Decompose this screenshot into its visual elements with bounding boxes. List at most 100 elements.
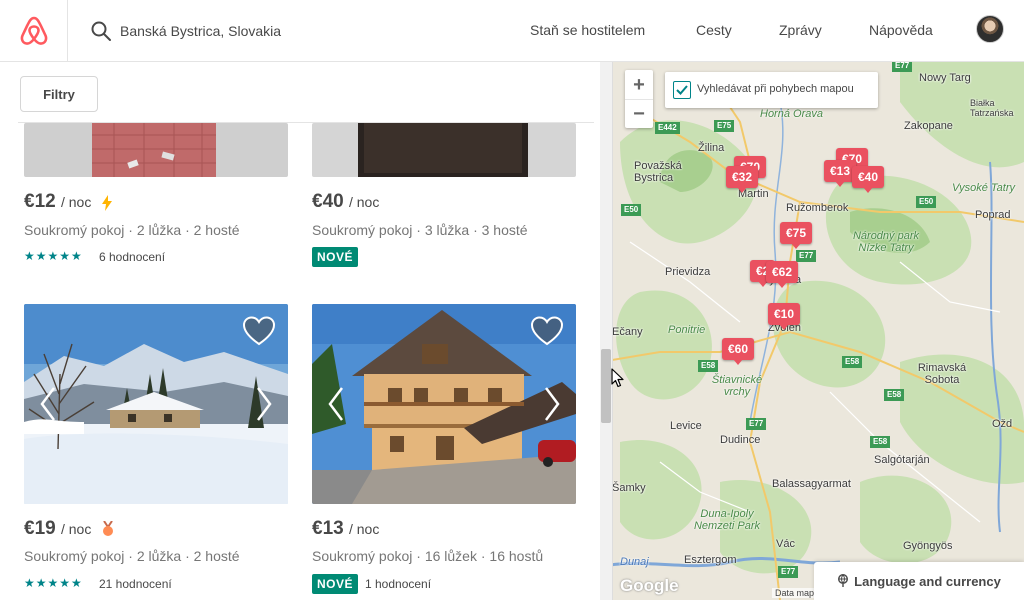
listing-photo[interactable] xyxy=(24,123,288,177)
road-shield: E50 xyxy=(621,204,642,216)
map-price-pin[interactable]: €60 xyxy=(722,338,755,365)
map-price-pin[interactable]: €75 xyxy=(780,222,813,249)
checkmark-icon xyxy=(676,85,688,95)
review-count: 21 hodnocení xyxy=(99,577,172,591)
rating-stars: ★★★★★ xyxy=(24,576,83,590)
road-shield: E77 xyxy=(892,62,913,72)
road-shield: E50 xyxy=(916,196,937,208)
airbnb-logo[interactable] xyxy=(0,0,68,62)
previous-photo-arrow-icon[interactable] xyxy=(326,386,346,422)
price-value: €19 xyxy=(24,518,56,539)
search-as-map-moves[interactable]: Vyhledávat při pohybech mapou xyxy=(665,72,878,108)
zoom-out-button[interactable]: − xyxy=(625,99,653,127)
language-currency-label: Language and currency xyxy=(854,573,1001,589)
review-count: 6 hodnocení xyxy=(99,250,166,264)
map-place-label: Štiavnické vrchy xyxy=(711,374,763,398)
search-as-map-moves-label: Vyhledávat při pohybech mapou xyxy=(697,83,854,95)
road-shield: E58 xyxy=(698,360,719,372)
map-place-label: Národný park Nízke Tatry xyxy=(852,230,920,254)
listing-photo-image xyxy=(24,123,288,177)
price-value: €13 xyxy=(312,518,344,539)
new-badge: NOVÉ xyxy=(312,574,359,594)
superhost-medal-icon xyxy=(103,521,113,536)
results-map[interactable]: + − Vyhledávat při pohybech mapou Nowy T… xyxy=(600,62,1024,600)
listing-results[interactable]: Filtry €12 / noc Soukromý pokoj · 2 lůžk… xyxy=(0,62,600,600)
map-place-label: Poprad xyxy=(975,209,1011,221)
new-badge: NOVÉ xyxy=(312,247,359,267)
price-per-night: / noc xyxy=(348,521,380,537)
user-avatar[interactable] xyxy=(976,15,1004,43)
next-photo-arrow-icon[interactable] xyxy=(542,386,562,422)
map-place-label: Esztergom xyxy=(684,554,737,566)
map-price-pin[interactable]: €32 xyxy=(726,166,759,193)
price-value: €12 xyxy=(24,191,56,212)
map-place-label: Duna-Ipoly Nemzeti Park xyxy=(693,508,761,532)
review-count: 1 hodnocení xyxy=(365,577,432,591)
map-place-label: Ružomberok xyxy=(786,202,849,214)
search-as-map-moves-checkbox[interactable] xyxy=(673,81,691,99)
listing-card[interactable]: €19 / noc Soukromý pokoj · 2 lůžka · 2 h… xyxy=(24,304,288,600)
google-logo: Google xyxy=(620,576,679,595)
favorite-heart-icon[interactable] xyxy=(242,316,276,346)
rating-stars: ★★★★★ xyxy=(24,249,83,263)
price-value: €40 xyxy=(312,191,344,212)
nav-messages[interactable]: Zprávy xyxy=(779,22,822,38)
road-shield: E442 xyxy=(655,122,680,134)
road-shield: E58 xyxy=(884,389,905,401)
map-place-label: Dunaj xyxy=(620,556,649,568)
favorite-heart-icon[interactable] xyxy=(530,316,564,346)
map-price-pin[interactable]: €40 xyxy=(852,166,885,193)
map-price-pin[interactable]: €10 xyxy=(768,303,801,330)
map-place-label: Białka Tatrzańska xyxy=(970,98,1014,118)
instant-book-icon xyxy=(102,195,112,211)
nav-trips[interactable]: Cesty xyxy=(696,22,732,38)
listing-card[interactable]: €13 / noc Soukromý pokoj · 16 lůžek · 16… xyxy=(312,304,576,600)
search-icon[interactable] xyxy=(90,20,112,42)
map-place-label: Horná Orava xyxy=(760,108,823,120)
previous-photo-arrow-icon[interactable] xyxy=(38,386,58,422)
listing-price: €13 / noc xyxy=(312,518,379,540)
map-place-label: Prievidza xyxy=(665,266,711,278)
listing-room-info: Soukromý pokoj · 2 lůžka · 2 hosté xyxy=(24,222,240,238)
map-place-label: Vysoké Tatry xyxy=(952,182,1015,194)
map-place-label: Považská Bystrica xyxy=(634,160,682,184)
road-shield: E77 xyxy=(746,418,767,430)
map-place-label: Salgótarján xyxy=(874,454,930,466)
map-place-label: Balassagyarmat xyxy=(772,478,851,490)
map-place-label: Ečany xyxy=(612,326,643,338)
location-search-input[interactable] xyxy=(120,18,480,44)
listing-card[interactable]: €40 / noc Soukromý pokoj · 3 lůžka · 3 h… xyxy=(312,123,576,273)
zoom-in-button[interactable]: + xyxy=(625,71,653,99)
globe-pin-icon xyxy=(838,574,849,587)
listing-card[interactable]: €12 / noc Soukromý pokoj · 2 lůžka · 2 h… xyxy=(24,123,288,273)
nav-become-host[interactable]: Staň se hostitelem xyxy=(530,22,645,38)
map-place-label: Dudince xyxy=(720,434,761,446)
listing-room-info: Soukromý pokoj · 16 lůžek · 16 hostů xyxy=(312,548,544,564)
listing-room-info: Soukromý pokoj · 3 lůžka · 3 hosté xyxy=(312,222,528,238)
next-photo-arrow-icon[interactable] xyxy=(254,386,274,422)
listing-photo-image xyxy=(312,123,576,177)
map-price-pin[interactable]: €62 xyxy=(766,261,799,288)
listing-price: €12 / noc xyxy=(24,191,91,213)
listing-photo[interactable] xyxy=(312,123,576,177)
price-per-night: / noc xyxy=(348,194,380,210)
filters-button[interactable]: Filtry xyxy=(20,76,98,112)
map-place-label: Šamky xyxy=(612,482,646,494)
road-shield: E77 xyxy=(778,566,799,578)
airbnb-logo-icon xyxy=(20,16,47,45)
price-per-night: / noc xyxy=(60,194,92,210)
nav-help[interactable]: Nápověda xyxy=(869,22,933,38)
listing-room-info: Soukromý pokoj · 2 lůžka · 2 hosté xyxy=(24,548,240,564)
road-shield: E77 xyxy=(796,250,817,262)
map-attribution[interactable]: Data map xyxy=(772,588,818,598)
map-place-label: Nowy Targ xyxy=(919,72,971,84)
map-place-label: Zakopane xyxy=(904,120,953,132)
page-scrollbar[interactable] xyxy=(600,62,613,600)
mouse-cursor-icon xyxy=(611,368,624,388)
listing-price: €19 / noc xyxy=(24,518,91,540)
page-scrollbar-thumb[interactable] xyxy=(601,349,611,423)
language-currency-button[interactable]: Language and currency xyxy=(814,562,1024,600)
map-place-label: Vác xyxy=(776,538,795,550)
map-terrain xyxy=(600,62,1024,600)
listing-price: €40 / noc xyxy=(312,191,379,213)
